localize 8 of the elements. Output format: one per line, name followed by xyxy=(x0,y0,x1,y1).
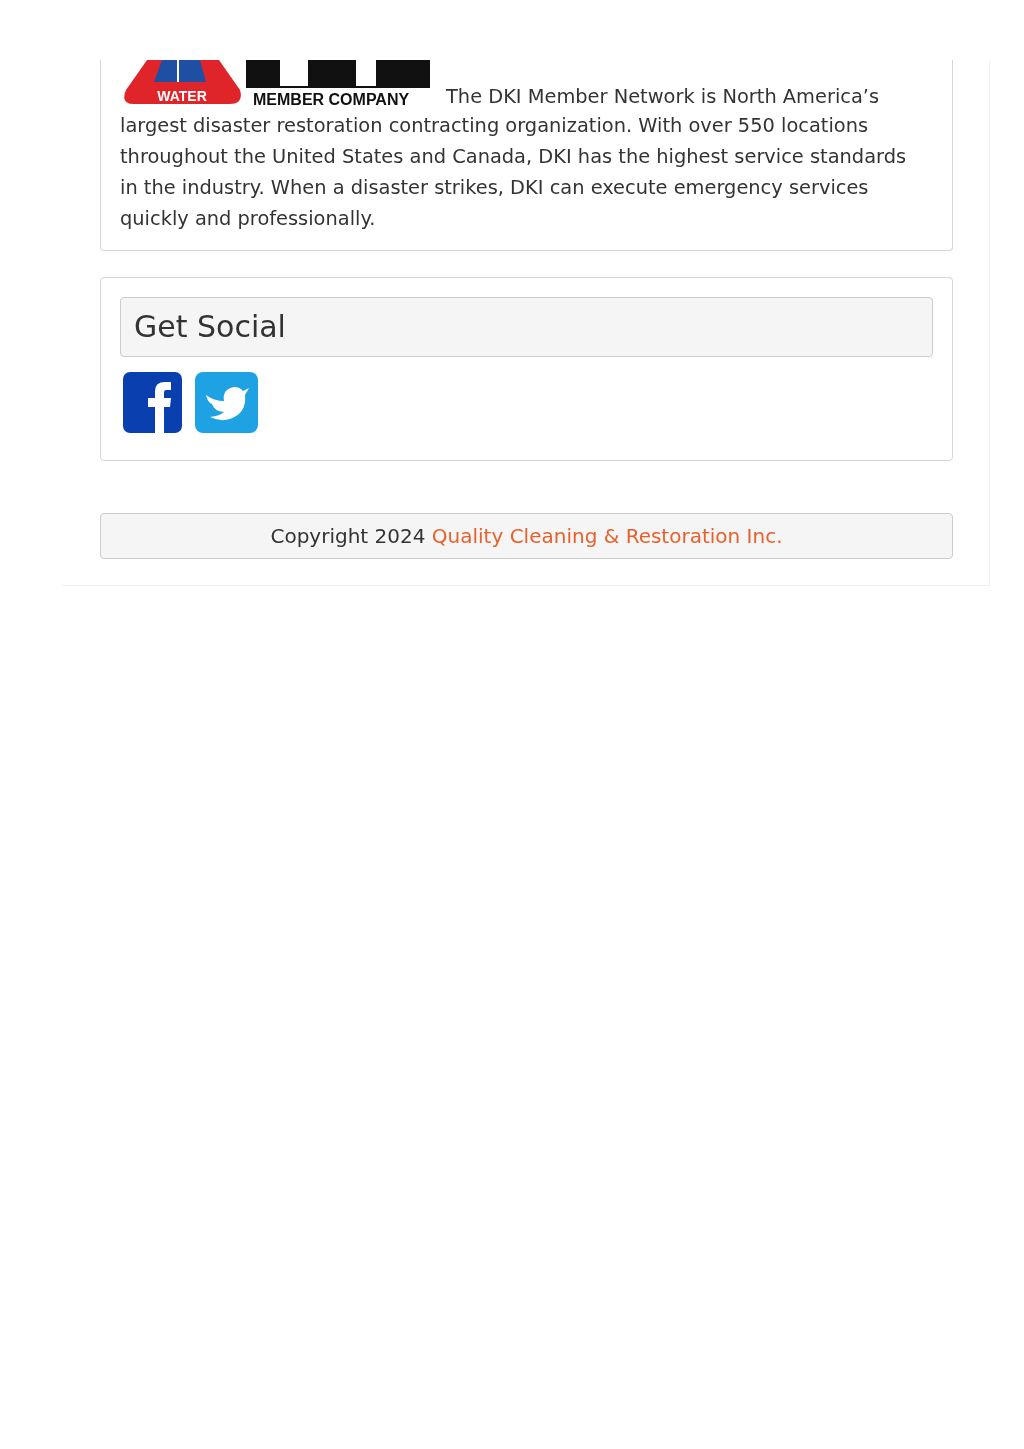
facebook-icon[interactable] xyxy=(122,371,183,434)
network-description: largest disaster restoration contracting organization. With over 550 locations throughout the United States and Canada, DKI has the highest service standards in the industry. When a disaster strikes, DKI can execute emergency services quickly and professionally. xyxy=(120,113,908,232)
section-heading: Get Social xyxy=(120,297,933,357)
copyright-text: Copyright 2024 xyxy=(270,524,427,548)
bird-icon[interactable] xyxy=(194,371,255,434)
member-logo: WATER MEMBER COMPANY xyxy=(120,60,438,108)
description-lead: The DKI Member Network is North America’s xyxy=(446,84,881,110)
company-link[interactable]: Quality Cleaning & Restoration Inc. xyxy=(431,524,783,548)
